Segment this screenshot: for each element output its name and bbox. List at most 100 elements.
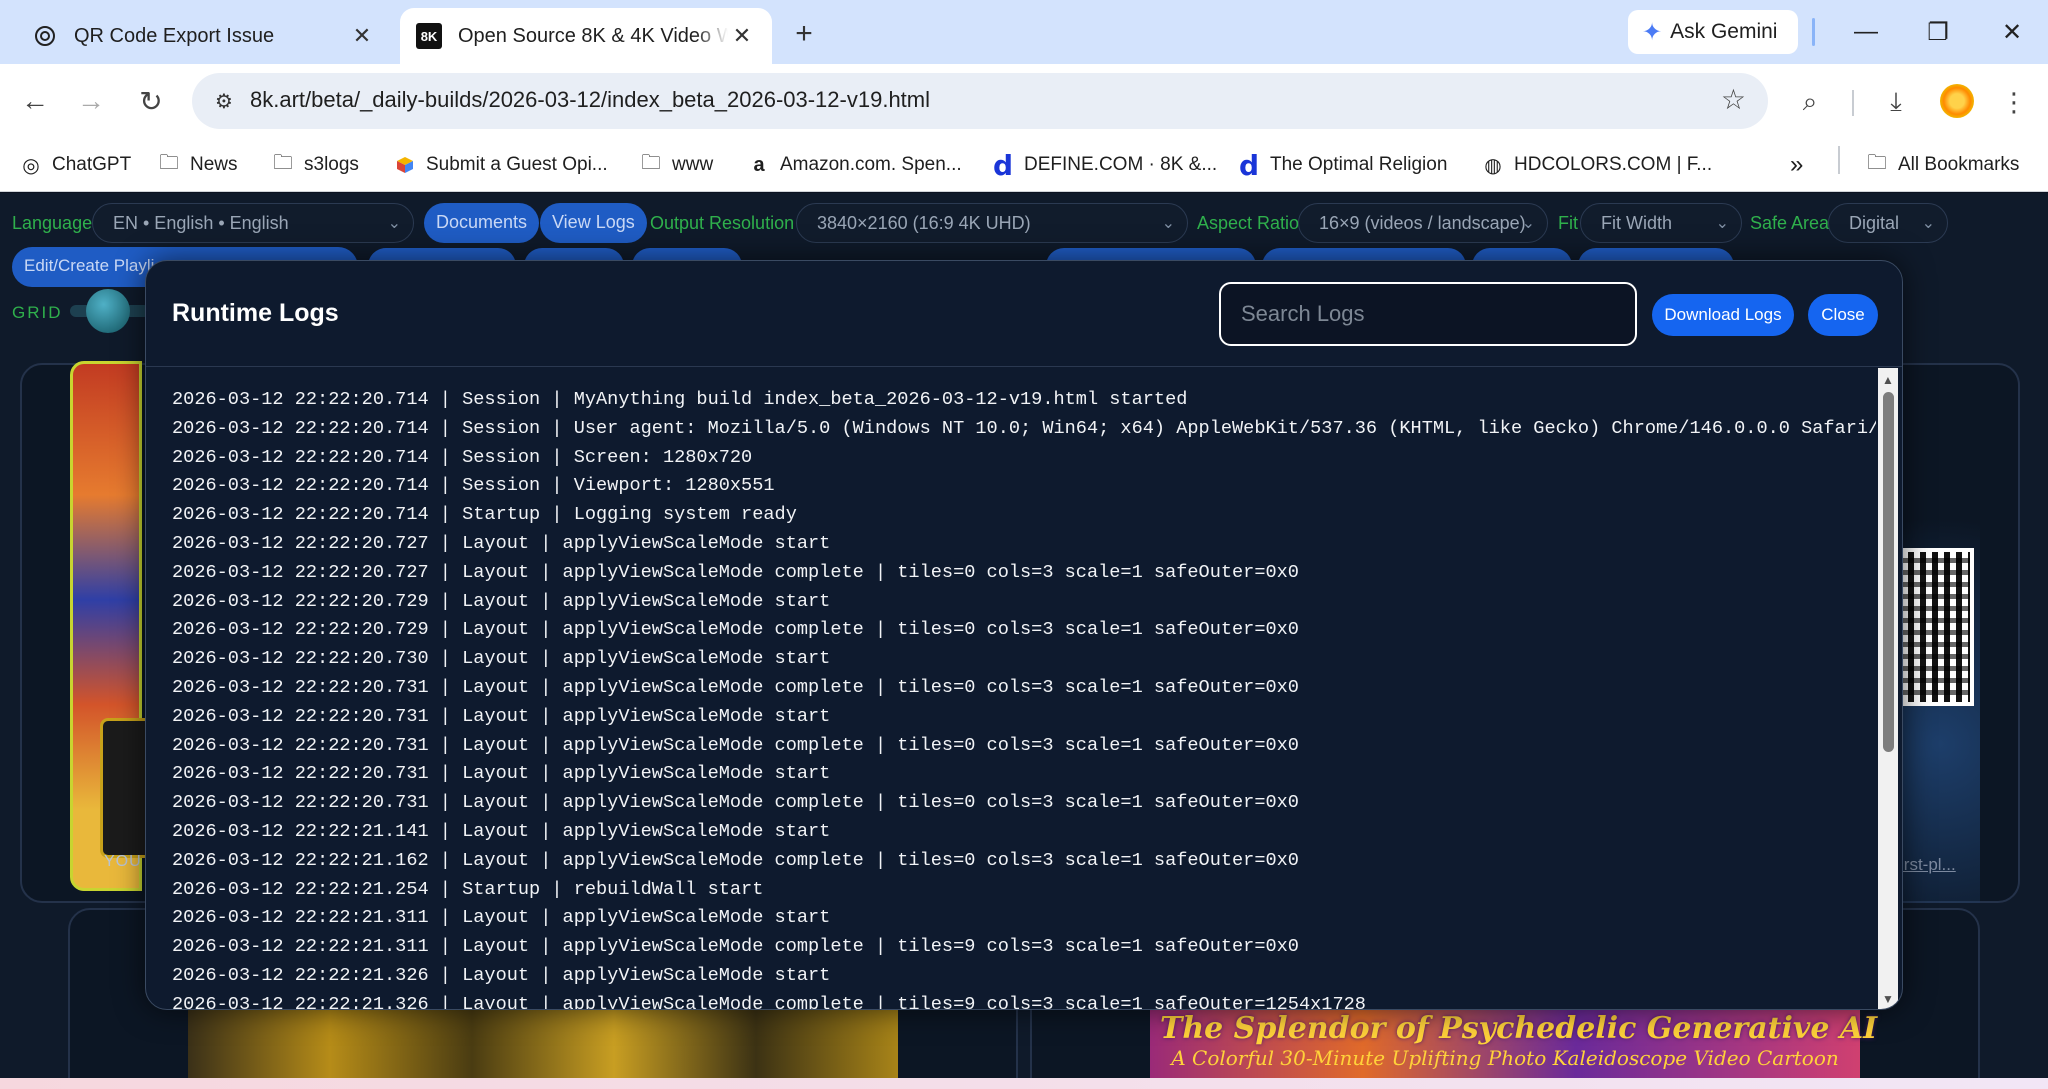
log-line: 2026-03-12 22:22:21.162 | Layout | apply… [172, 849, 1299, 871]
bookmark-label: ChatGPT [52, 154, 132, 175]
language-select[interactable]: EN • English • English ⌄ [92, 203, 414, 243]
bookmark-label: HDCOLORS.COM | F... [1514, 154, 1713, 175]
address-bar[interactable]: ⚙ 8k.art/beta/_daily-builds/2026-03-12/i… [192, 73, 1768, 129]
aspect-ratio-select[interactable]: 16×9 (videos / landscape) ⌄ [1298, 203, 1548, 243]
log-line: 2026-03-12 22:22:20.731 | Layout | apply… [172, 676, 1299, 698]
bookmark-hdcolors[interactable]: ◍ HDCOLORS.COM | F... [1480, 148, 1712, 182]
runtime-logs-modal: Runtime Logs Download Logs Close 2026-03… [145, 260, 1903, 1010]
log-viewer[interactable]: 2026-03-12 22:22:20.714 | Session | MyAn… [146, 368, 1876, 1010]
chevron-down-icon: ⌄ [1161, 215, 1175, 232]
chevron-down-icon: ⌄ [1521, 215, 1535, 232]
video-thumbnail[interactable] [188, 1008, 898, 1089]
safe-area-label: Safe Area [1750, 213, 1830, 233]
bookmark-amazon[interactable]: a Amazon.com. Spen... [746, 148, 962, 182]
close-button[interactable]: Close [1808, 294, 1878, 336]
d-icon: d [992, 148, 1014, 182]
bookmark-star-icon[interactable]: ☆ [1721, 83, 1746, 116]
output-resolution-select[interactable]: 3840×2160 (16:9 4K UHD) ⌄ [796, 203, 1188, 243]
folder-icon: 🗀 [159, 152, 179, 174]
more-bookmarks-chevron-icon[interactable]: » [1790, 148, 1803, 182]
log-scrollbar[interactable]: ▲ ▼ [1878, 368, 1898, 1009]
tab-qr-code-export[interactable]: QR Code Export Issue ✕ [14, 8, 394, 64]
grid-slider-handle[interactable] [86, 289, 130, 333]
tab-title: Open Source 8K & 4K Video Wall [458, 24, 728, 47]
playlist-link[interactable]: irst-pl... [1900, 855, 1956, 875]
amazon-icon: a [753, 153, 765, 176]
globe-icon: ◍ [1484, 154, 1502, 177]
bookmark-label: Submit a Guest Opi... [426, 154, 608, 175]
reload-button[interactable]: ↻ [130, 80, 172, 122]
output-resolution-value: 3840×2160 (16:9 4K UHD) [817, 213, 1031, 233]
new-tab-button[interactable]: + [786, 16, 822, 52]
log-line: 2026-03-12 22:22:20.714 | Session | MyAn… [172, 389, 1188, 410]
divider [1838, 146, 1840, 174]
d-icon: d [1238, 148, 1260, 182]
log-line: 2026-03-12 22:22:20.729 | Layout | apply… [172, 590, 831, 612]
ask-gemini-button[interactable]: ✦ Ask Gemini [1628, 10, 1798, 54]
divider [1852, 90, 1854, 116]
folder-icon: 🗀 [641, 152, 661, 174]
menu-kebab-icon[interactable]: ⋮ [1994, 82, 2034, 122]
log-line: 2026-03-12 22:22:21.326 | Layout | apply… [172, 964, 831, 986]
log-line: 2026-03-12 22:22:21.326 | Layout | apply… [172, 993, 1366, 1010]
search-logs-input[interactable] [1219, 282, 1637, 346]
back-button[interactable]: ← [14, 80, 56, 122]
divider [1812, 18, 1815, 46]
log-line: 2026-03-12 22:22:20.727 | Layout | apply… [172, 532, 831, 554]
language-label: Language [12, 213, 93, 233]
bookmark-folder-s3logs[interactable]: 🗀 s3logs [270, 148, 359, 182]
bookmarks-bar: ◎ ChatGPT 🗀 News 🗀 s3logs Submit a Guest… [0, 138, 2048, 192]
scrollbar-thumb[interactable] [1883, 392, 1894, 752]
close-icon[interactable]: ✕ [348, 22, 376, 50]
minimize-button[interactable]: — [1846, 12, 1886, 52]
bookmark-optimal-religion[interactable]: d The Optimal Religion [1236, 148, 1447, 182]
log-line: 2026-03-12 22:22:20.727 | Layout | apply… [172, 561, 1299, 583]
video-banner-title: The Splendor of Psychedelic Generative A… [1160, 1011, 1878, 1046]
bookmark-label: Amazon.com. Spen... [780, 154, 962, 175]
folder-icon: 🗀 [1867, 152, 1887, 174]
log-line: 2026-03-12 22:22:20.731 | Layout | apply… [172, 705, 831, 727]
bookmark-folder-news[interactable]: 🗀 News [156, 148, 238, 182]
gemini-sparkle-icon: ✦ [1642, 18, 1663, 46]
output-resolution-label: Output Resolution [650, 213, 795, 233]
restore-button[interactable]: ❐ [1918, 12, 1958, 52]
download-logs-button[interactable]: Download Logs [1652, 294, 1794, 336]
bookmark-folder-www[interactable]: 🗀 www [638, 148, 713, 182]
log-line: 2026-03-12 22:22:21.311 | Layout | apply… [172, 907, 831, 929]
all-bookmarks-button[interactable]: 🗀 All Bookmarks [1864, 148, 2019, 182]
download-icon[interactable]: ⤓ [1876, 82, 1916, 122]
bottom-edge [0, 1078, 2048, 1089]
search-tabs-icon[interactable]: ⌕ [1790, 82, 1830, 122]
8k-logo [100, 718, 146, 858]
profile-avatar[interactable] [1940, 84, 1974, 118]
bookmark-label: DEFINE.COM · 8K &... [1024, 154, 1218, 175]
fit-select[interactable]: Fit Width ⌄ [1580, 203, 1742, 243]
close-icon[interactable]: ✕ [728, 22, 756, 50]
tab-open-source-8k[interactable]: 8K Open Source 8K & 4K Video Wall ✕ [400, 8, 772, 64]
chevron-down-icon: ⌄ [1921, 215, 1935, 232]
url-text[interactable]: 8k.art/beta/_daily-builds/2026-03-12/ind… [250, 87, 930, 113]
log-line: 2026-03-12 22:22:20.730 | Layout | apply… [172, 648, 831, 670]
scroll-up-arrow-icon[interactable]: ▲ [1878, 370, 1898, 390]
documents-button[interactable]: Documents [424, 203, 540, 243]
site-info-icon[interactable]: ⚙ [206, 83, 242, 119]
forward-button[interactable]: → [70, 80, 112, 122]
aspect-ratio-label: Aspect Ratio [1197, 213, 1300, 233]
safe-area-select[interactable]: Digital ⌄ [1828, 203, 1948, 243]
log-line: 2026-03-12 22:22:20.731 | Layout | apply… [172, 763, 831, 785]
bookmark-define[interactable]: d DEFINE.COM · 8K &... [990, 148, 1217, 182]
gemini-label: Ask Gemini [1670, 20, 1778, 43]
log-line: 2026-03-12 22:22:20.731 | Layout | apply… [172, 792, 1299, 814]
bookmark-guest-opinion[interactable]: Submit a Guest Opi... [392, 148, 608, 182]
modal-header: Runtime Logs Download Logs Close [146, 261, 1902, 367]
bookmark-chatgpt[interactable]: ◎ ChatGPT [18, 148, 131, 182]
close-window-button[interactable]: ✕ [1992, 12, 2032, 52]
grid-label: GRID [12, 303, 63, 322]
bookmark-label: s3logs [304, 154, 359, 175]
log-line: 2026-03-12 22:22:20.729 | Layout | apply… [172, 619, 1299, 641]
video-banner-subtitle: A Colorful 30-Minute Uplifting Photo Kal… [1171, 1046, 1839, 1070]
chatgpt-icon: ◎ [22, 154, 40, 177]
language-value: EN • English • English [113, 213, 289, 233]
scroll-down-arrow-icon[interactable]: ▼ [1878, 989, 1898, 1009]
view-logs-button[interactable]: View Logs [540, 203, 647, 243]
